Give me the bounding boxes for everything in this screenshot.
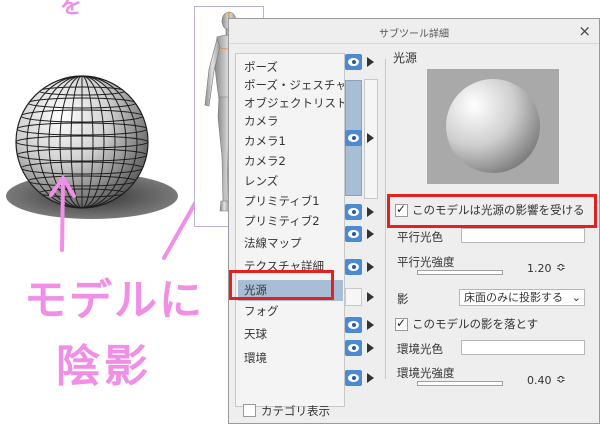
category-item[interactable]: カメラ1: [244, 133, 286, 149]
light-sphere-preview[interactable]: [427, 69, 559, 184]
eye-icon[interactable]: [345, 259, 362, 275]
eye-off-icon[interactable]: [345, 288, 362, 306]
panel-separator: [385, 59, 386, 379]
ambient-light-color-swatch[interactable]: [461, 340, 585, 355]
expand-arrow-icon[interactable]: [367, 229, 374, 239]
category-item[interactable]: プリミティブ1: [244, 193, 320, 209]
category-display-checkbox[interactable]: [243, 404, 256, 417]
eye-icon[interactable]: [345, 317, 362, 333]
annotation-top-fragment: を: [60, 0, 83, 19]
eye-icon[interactable]: [345, 54, 362, 70]
parallel-light-intensity-value: 1.20: [527, 262, 552, 275]
expand-arrow-icon[interactable]: [367, 373, 374, 383]
expand-arrow-icon[interactable]: [367, 133, 374, 143]
category-list: ポーズ ポーズ・ジェスチャー オブジェクトリスト カメラ カメラ1 カメラ2 レ…: [235, 53, 345, 407]
screenshot-canvas: を モデルに 陰影 サブツール詳細 × ポーズ ポーズ・ジェスチ オブジェクトリ…: [0, 0, 600, 424]
category-item[interactable]: 法線マップ: [244, 235, 302, 251]
section-title: 光源: [393, 51, 418, 65]
shadow-mode-select[interactable]: 床面のみに投影する ⌄: [459, 289, 585, 306]
expand-arrow-icon[interactable]: [367, 262, 374, 272]
expand-arrow-icon[interactable]: [367, 292, 374, 302]
category-item[interactable]: カメラ: [244, 113, 279, 129]
parallel-light-color-label: 平行光色: [397, 230, 443, 244]
eye-icon[interactable]: [345, 204, 362, 220]
annotation-line-1: モデルに: [24, 276, 204, 326]
highlight-box-receive-light: [387, 194, 597, 228]
shadow-label: 影: [397, 292, 409, 306]
category-item[interactable]: フォグ: [244, 303, 279, 319]
parallel-light-intensity-slider[interactable]: [417, 270, 503, 275]
close-icon[interactable]: ×: [578, 22, 591, 40]
dialog-title: サブツール詳細: [379, 29, 449, 40]
category-item[interactable]: ポーズ: [244, 59, 278, 75]
light-direction-preview[interactable]: [427, 69, 559, 184]
expand-arrow-icon[interactable]: [367, 207, 374, 217]
category-item[interactable]: ポーズ・ジェスチャー: [244, 77, 344, 93]
spinner-arrows-icon[interactable]: ≎: [556, 372, 566, 386]
cast-shadow-label: このモデルの影を落とす: [412, 317, 539, 331]
spinner-arrows-icon[interactable]: ≎: [556, 260, 566, 274]
cast-shadow-toggle[interactable]: このモデルの影を落とす: [395, 316, 538, 332]
category-display-label: カテゴリ表示: [261, 403, 330, 418]
ambient-light-intensity-label: 環境光強度: [397, 366, 455, 380]
eye-icon[interactable]: [345, 226, 362, 242]
expand-arrow-icon[interactable]: [367, 343, 374, 353]
eye-icon[interactable]: [345, 370, 362, 386]
cast-shadow-checkbox[interactable]: [395, 316, 408, 331]
ambient-light-intensity-value: 0.40: [527, 374, 552, 387]
chevron-down-icon: ⌄: [571, 291, 581, 304]
category-item[interactable]: プリミティブ2: [244, 213, 320, 229]
parallel-light-intensity-label: 平行光強度: [397, 255, 455, 269]
category-item[interactable]: 天球: [244, 326, 267, 342]
category-item[interactable]: 環境: [244, 350, 267, 366]
annotation-line-2: 陰影: [56, 341, 152, 392]
category-item[interactable]: オブジェクトリスト: [244, 95, 344, 111]
expand-arrow-icon[interactable]: [367, 320, 374, 330]
highlight-box-light-category: [229, 270, 334, 300]
ambient-light-intensity-slider[interactable]: [417, 381, 503, 386]
parallel-light-color-swatch[interactable]: [461, 228, 585, 243]
category-item[interactable]: レンズ: [244, 173, 278, 189]
category-item[interactable]: カメラ2: [244, 153, 286, 169]
eye-icon[interactable]: [345, 130, 362, 146]
expand-arrow-icon[interactable]: [367, 57, 374, 67]
category-display-toggle[interactable]: カテゴリ表示: [243, 400, 330, 419]
ambient-light-color-label: 環境光色: [397, 342, 443, 356]
eye-icon[interactable]: [345, 340, 362, 356]
dialog-titlebar[interactable]: サブツール詳細 ×: [229, 19, 599, 44]
shadow-mode-value: 床面のみに投影する: [464, 291, 563, 304]
